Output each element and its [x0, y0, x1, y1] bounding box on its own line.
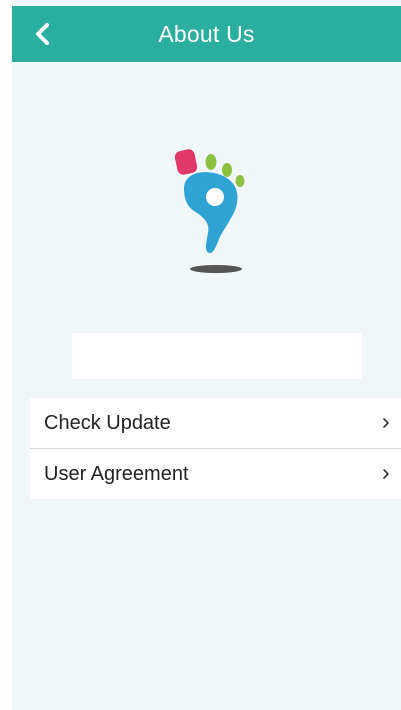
page-title: About Us: [158, 21, 255, 47]
about-screen: About Us Check Update User Agreement: [12, 0, 401, 710]
big-toe: [174, 149, 198, 175]
check-update-item[interactable]: Check Update: [30, 398, 401, 448]
toe-2: [205, 154, 217, 170]
toe-4: [235, 175, 245, 187]
app-header: About Us: [12, 6, 401, 62]
footprint-logo: [174, 149, 245, 273]
menu-item-label: User Agreement: [44, 462, 189, 485]
settings-menu: Check Update User Agreement: [30, 398, 401, 499]
foot-hole: [206, 188, 224, 206]
user-agreement-item[interactable]: User Agreement: [30, 448, 401, 499]
version-box: [72, 333, 362, 379]
toe-3: [222, 163, 232, 177]
menu-item-label: Check Update: [44, 411, 171, 434]
foot-body: [184, 172, 238, 253]
logo-shadow: [190, 265, 242, 273]
chevron-right-icon: [383, 469, 389, 479]
chevron-right-icon: [383, 418, 389, 428]
